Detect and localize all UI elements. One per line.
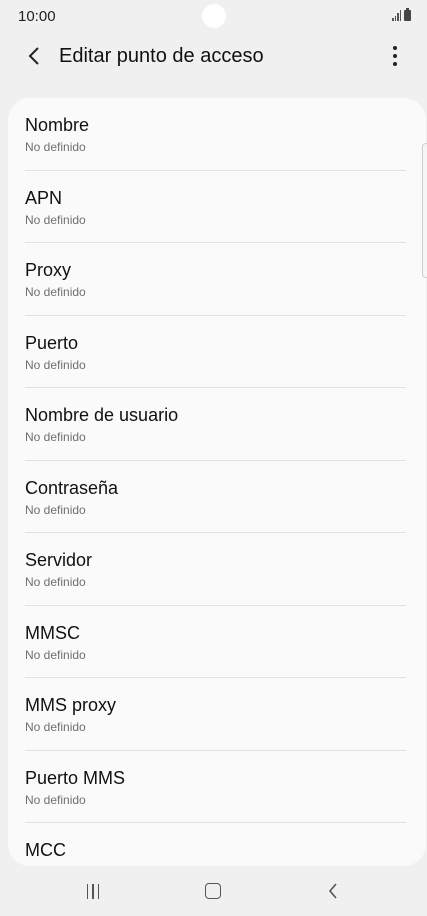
item-value: No definido <box>25 285 86 299</box>
item-label: Nombre de usuario <box>25 405 179 425</box>
more-options-button[interactable] <box>383 42 407 70</box>
item-label: Proxy <box>25 260 72 280</box>
list-item-nombre-de-usuario[interactable]: Nombre de usuario No definido <box>8 388 426 461</box>
status-bar: 10:00 <box>0 0 427 34</box>
item-value: No definido <box>25 140 86 154</box>
list-item-servidor[interactable]: Servidor No definido <box>8 533 426 606</box>
item-value: No definido <box>25 357 86 372</box>
back-button[interactable] <box>20 42 48 70</box>
list-item-mmsc[interactable]: MMSC No definido <box>8 606 426 678</box>
chevron-left-icon <box>28 47 39 65</box>
signal-icon <box>392 10 401 21</box>
nav-back-button[interactable] <box>313 878 353 904</box>
battery-icon <box>404 8 411 21</box>
page-title: Editar punto de acceso <box>59 45 264 67</box>
app-bar: Editar punto de acceso <box>0 34 427 78</box>
list-item-mms-proxy[interactable]: MMS proxy No definido <box>8 678 426 751</box>
navigation-bar <box>0 866 427 916</box>
apn-settings-list: Nombre No definido APN No definido Proxy… <box>8 98 426 866</box>
item-label: Puerto <box>25 332 79 353</box>
item-value: No definido <box>25 502 86 517</box>
apn-settings-card: Nombre No definido APN No definido Proxy… <box>8 98 426 866</box>
home-icon <box>205 883 221 899</box>
item-label: Contraseña <box>25 477 119 498</box>
item-value: No definido <box>25 647 86 662</box>
home-button[interactable] <box>193 878 233 904</box>
status-time: 10:00 <box>18 8 56 25</box>
list-item-nombre[interactable]: Nombre No definido <box>8 98 426 171</box>
list-item-puerto[interactable]: Puerto No definido <box>8 316 426 388</box>
list-item-mcc[interactable]: MCC <box>8 823 426 866</box>
item-value: No definido <box>25 575 86 589</box>
back-icon <box>328 883 337 899</box>
list-item-apn[interactable]: APN No definido <box>8 171 426 243</box>
item-label: Servidor <box>25 550 93 570</box>
recents-icon <box>86 883 100 899</box>
list-item-contrasena[interactable]: Contraseña No definido <box>8 461 426 533</box>
list-item-proxy[interactable]: Proxy No definido <box>8 243 426 316</box>
item-value: No definido <box>25 792 86 807</box>
item-value: No definido <box>25 430 86 444</box>
item-label: MCC <box>25 840 66 860</box>
item-label: Nombre <box>25 115 90 135</box>
recents-button[interactable] <box>73 878 113 904</box>
camera-cutout <box>202 4 226 28</box>
item-value: No definido <box>25 212 86 227</box>
item-value: No definido <box>25 720 86 734</box>
list-item-puerto-mms[interactable]: Puerto MMS No definido <box>8 751 426 823</box>
status-icons <box>392 8 411 21</box>
item-label: MMSC <box>25 622 80 643</box>
scrollbar[interactable] <box>422 143 427 278</box>
item-label: MMS proxy <box>25 695 117 715</box>
more-vertical-icon <box>393 46 397 50</box>
item-label: Puerto MMS <box>25 767 126 788</box>
item-label: APN <box>25 187 63 208</box>
